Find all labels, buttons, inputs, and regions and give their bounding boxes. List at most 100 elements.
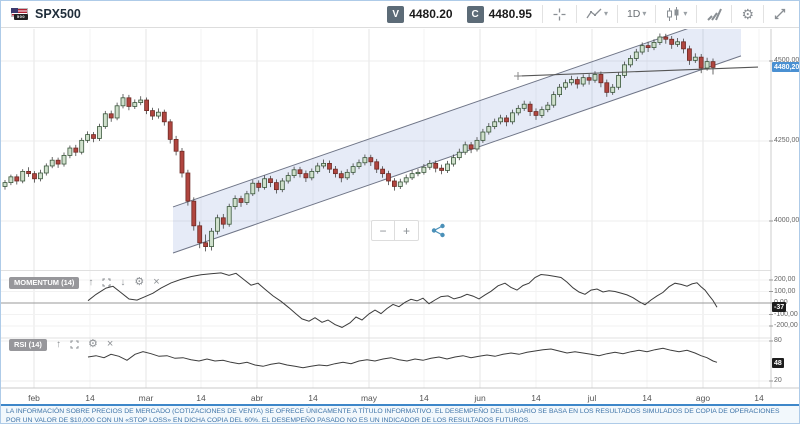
- momentum-close-icon[interactable]: ×: [153, 277, 159, 288]
- momentum-label: MOMENTUM (14): [9, 277, 79, 289]
- candle: [505, 118, 509, 122]
- candle: [510, 113, 514, 122]
- candle: [15, 177, 19, 181]
- sell-price: 4480.20: [409, 7, 452, 21]
- zoom-in-button[interactable]: +: [395, 221, 418, 240]
- candle: [392, 181, 396, 186]
- momentum-header: MOMENTUM (14) ↑ ↓ ⚙ ×: [9, 277, 160, 289]
- candle: [245, 194, 249, 203]
- candle: [416, 172, 420, 173]
- candle: [322, 163, 326, 166]
- candle: [156, 112, 160, 116]
- candle: [398, 182, 402, 186]
- candle: [552, 95, 556, 106]
- disclaimer-text: LA INFORMACIÓN SOBRE PRECIOS DE MERCADO …: [1, 404, 799, 423]
- flag-500-badge: 500: [14, 14, 28, 20]
- chevron-down-icon: ▾: [683, 10, 687, 18]
- candle: [434, 163, 438, 168]
- candle: [634, 52, 638, 58]
- candle: [233, 199, 237, 207]
- rsi-settings-gear-icon[interactable]: ⚙: [88, 339, 98, 350]
- candle: [652, 42, 656, 47]
- candle: [115, 106, 119, 118]
- symbol-title: SPX500: [35, 7, 81, 21]
- candle: [328, 163, 332, 169]
- candle: [428, 163, 432, 167]
- momentum-move-up-icon[interactable]: ↑: [88, 278, 93, 288]
- candle: [263, 179, 267, 188]
- candle: [215, 218, 219, 231]
- candle: [162, 112, 166, 122]
- interval-selector[interactable]: 1D ▾: [621, 8, 652, 20]
- signals-button[interactable]: [700, 7, 728, 21]
- candle: [581, 78, 585, 84]
- candle: [109, 114, 113, 118]
- chart-type-button[interactable]: ▾: [580, 7, 614, 21]
- settings-button[interactable]: ⚙: [735, 7, 760, 21]
- momentum-expand-icon[interactable]: [102, 278, 111, 287]
- candle: [682, 42, 686, 49]
- momentum-settings-gear-icon[interactable]: ⚙: [134, 277, 144, 288]
- candle: [186, 173, 190, 201]
- candle: [493, 122, 497, 127]
- momentum-move-down-icon[interactable]: ↓: [120, 278, 125, 288]
- candle: [239, 199, 243, 203]
- candle: [92, 135, 96, 139]
- candle: [628, 58, 632, 64]
- price-chart-canvas[interactable]: [1, 1, 800, 424]
- candle: [145, 100, 149, 111]
- candle: [210, 231, 214, 246]
- buy-c-icon[interactable]: C: [467, 6, 484, 23]
- candle-style-button[interactable]: ▾: [659, 7, 693, 22]
- candle: [705, 62, 709, 68]
- rsi-move-up-icon[interactable]: ↑: [56, 340, 61, 350]
- fullscreen-button[interactable]: [767, 7, 793, 21]
- candle: [623, 65, 627, 76]
- candle: [50, 160, 54, 166]
- candle: [687, 49, 691, 61]
- candle: [127, 98, 131, 107]
- candle: [658, 37, 662, 42]
- crosshair-tool-button[interactable]: [546, 7, 573, 22]
- sell-v-icon[interactable]: V: [387, 6, 404, 23]
- candle: [711, 62, 715, 68]
- interval-value: 1D: [627, 8, 640, 20]
- buy-button[interactable]: C 4480.95: [460, 6, 539, 23]
- rsi-expand-icon[interactable]: [70, 340, 79, 349]
- candle: [257, 183, 261, 187]
- candle: [640, 46, 644, 52]
- candle: [611, 87, 615, 92]
- chevron-down-icon: ▾: [604, 10, 608, 18]
- sell-button[interactable]: V 4480.20: [380, 6, 459, 23]
- candle: [516, 108, 520, 112]
- candle: [103, 114, 107, 127]
- candle: [546, 105, 550, 109]
- candle: [221, 218, 225, 224]
- candle: [3, 183, 7, 187]
- candle: [121, 98, 125, 106]
- candle: [499, 118, 503, 122]
- candle: [310, 171, 314, 177]
- momentum-line: [88, 273, 717, 328]
- candle: [139, 100, 143, 103]
- candle: [528, 104, 532, 111]
- candle: [487, 127, 491, 132]
- candle: [74, 148, 78, 152]
- trading-chart-widget: 500 SPX500 V 4480.20 C 4480.95 ▾: [0, 0, 800, 424]
- rsi-line: [88, 348, 717, 367]
- rsi-close-icon[interactable]: ×: [107, 339, 113, 350]
- candle: [369, 158, 373, 162]
- candle: [440, 168, 444, 170]
- candle: [457, 152, 461, 157]
- candle: [333, 169, 337, 173]
- candle: [339, 174, 343, 178]
- candle: [86, 135, 90, 141]
- candle: [676, 42, 680, 45]
- candle: [304, 174, 308, 178]
- candle: [204, 243, 208, 247]
- candle: [292, 170, 296, 176]
- candle: [558, 87, 562, 94]
- candlestick-style-icon: [665, 7, 681, 22]
- zoom-out-button[interactable]: −: [372, 221, 395, 240]
- share-button[interactable]: [431, 223, 446, 238]
